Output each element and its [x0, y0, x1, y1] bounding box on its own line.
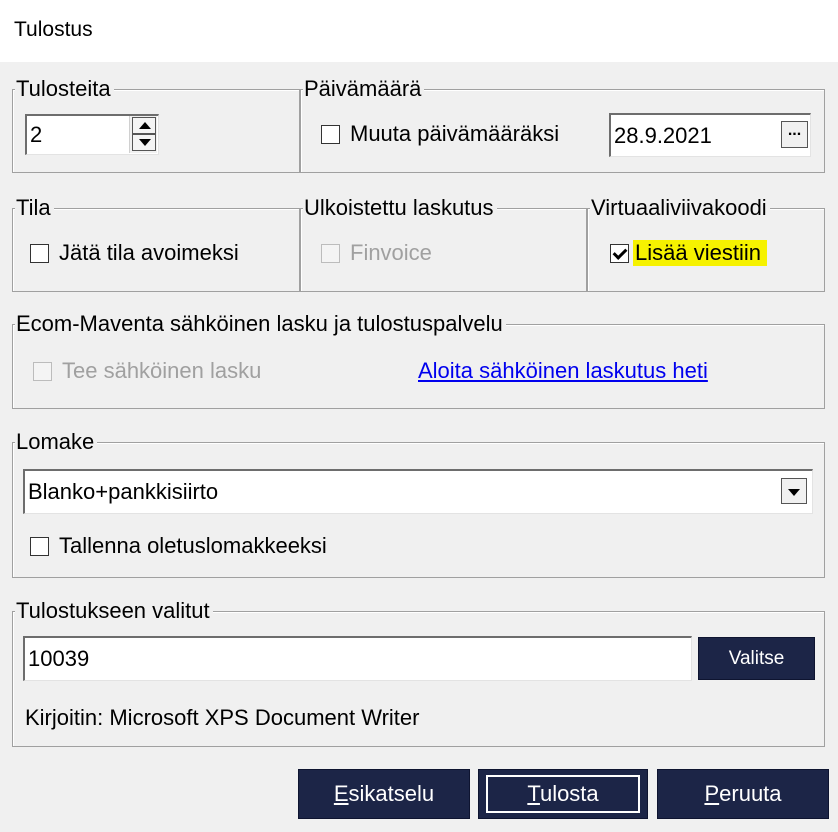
- copies-value: 2: [30, 122, 43, 147]
- preview-button-label: Esikatselu: [333, 781, 435, 806]
- add-to-message-checkbox[interactable]: [610, 243, 629, 263]
- keep-open-label: Jätä tila avoimeksi: [59, 240, 239, 265]
- virtuaali-group: Virtuaaliviivakoodi Lisää viestiin: [587, 194, 825, 292]
- add-to-message-label: Lisää viestiin: [633, 240, 767, 266]
- e-invoice-checkbox: [33, 361, 52, 381]
- spin-down-button[interactable]: [132, 134, 156, 151]
- change-date-checkbox[interactable]: [321, 124, 340, 144]
- arrow-up-icon: [139, 122, 151, 129]
- window-title: Tulostus: [14, 18, 93, 41]
- ulkoistettu-group: Ulkoistettu laskutus Finvoice: [300, 194, 587, 292]
- date-browse-button[interactable]: ...: [781, 121, 808, 148]
- add-to-message-checkbox-row[interactable]: Lisää viestiin: [610, 240, 767, 266]
- select-button-label: Valitse: [728, 647, 785, 669]
- print-button-label: Tulosta: [527, 781, 599, 806]
- tulosteita-group: Tulosteita 2: [12, 75, 300, 173]
- tila-group: Tila Jätä tila avoimeksi: [12, 194, 300, 292]
- selected-items-value: 10039: [28, 646, 90, 671]
- select-button[interactable]: Valitse: [698, 637, 815, 680]
- ecom-group: Ecom-Maventa sähköinen lasku ja tulostus…: [12, 310, 825, 409]
- selected-items-input[interactable]: 10039: [23, 636, 692, 681]
- valitut-label: Tulostukseen valitut: [15, 597, 213, 625]
- chevron-down-icon: [788, 489, 800, 496]
- ecom-label: Ecom-Maventa sähköinen lasku ja tulostus…: [15, 310, 506, 338]
- virtuaali-label: Virtuaaliviivakoodi: [590, 194, 770, 222]
- e-invoice-label: Tee sähköinen lasku: [62, 358, 262, 383]
- change-date-label: Muuta päivämääräksi: [350, 121, 560, 146]
- save-default-checkbox-row[interactable]: Tallenna oletuslomakkeeksi: [30, 533, 327, 559]
- dialog-client-area: Tulosteita 2 Päivämäärä Muuta päivämäärä…: [0, 62, 838, 832]
- save-default-label: Tallenna oletuslomakkeeksi: [59, 533, 327, 558]
- lomake-label: Lomake: [15, 428, 98, 456]
- valitut-group: Tulostukseen valitut 10039 Valitse Kirjo…: [12, 597, 825, 747]
- form-select[interactable]: Blanko+pankkisiirto: [23, 469, 813, 514]
- keep-open-checkbox-row[interactable]: Jätä tila avoimeksi: [30, 240, 239, 266]
- lomake-group: Lomake Blanko+pankkisiirto Tallenna olet…: [12, 428, 825, 578]
- form-dropdown-button[interactable]: [781, 478, 807, 504]
- ellipsis-icon: ...: [787, 122, 802, 139]
- paivamaara-group: Päivämäärä Muuta päivämääräksi 28.9.2021…: [300, 75, 825, 173]
- title-bar: Tulostus: [0, 0, 838, 62]
- cancel-button[interactable]: Peruuta: [657, 769, 829, 819]
- date-value: 28.9.2021: [614, 122, 712, 148]
- save-default-checkbox[interactable]: [30, 536, 49, 556]
- form-selected-value: Blanko+pankkisiirto: [28, 479, 219, 504]
- keep-open-checkbox[interactable]: [30, 243, 49, 263]
- finvoice-checkbox: [321, 243, 340, 263]
- finvoice-label: Finvoice: [350, 240, 432, 265]
- cancel-button-label: Peruuta: [704, 781, 782, 806]
- ulkoistettu-label: Ulkoistettu laskutus: [303, 194, 497, 222]
- copies-spinner: [129, 116, 157, 153]
- tila-label: Tila: [15, 194, 54, 222]
- preview-button[interactable]: Esikatselu: [298, 769, 470, 819]
- printer-info: Kirjoitin: Microsoft XPS Document Writer: [25, 705, 420, 730]
- change-date-checkbox-row[interactable]: Muuta päivämääräksi: [321, 121, 559, 147]
- paivamaara-label: Päivämäärä: [303, 75, 425, 103]
- finvoice-checkbox-row: Finvoice: [321, 240, 432, 266]
- tulosteita-label: Tulosteita: [15, 75, 114, 103]
- spin-up-button[interactable]: [132, 117, 156, 134]
- print-button[interactable]: Tulosta: [478, 769, 648, 819]
- start-e-invoicing-link[interactable]: Aloita sähköinen laskutus heti: [418, 358, 708, 384]
- arrow-down-icon: [139, 139, 151, 146]
- e-invoice-checkbox-row: Tee sähköinen lasku: [33, 358, 261, 384]
